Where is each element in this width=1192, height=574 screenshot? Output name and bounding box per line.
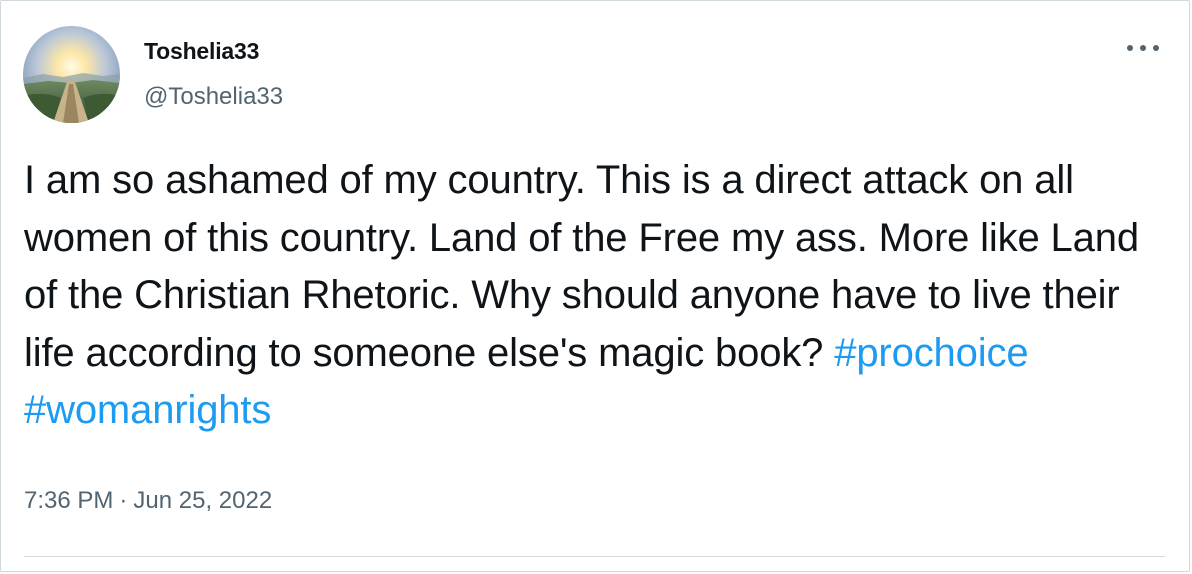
- tweet-timestamp[interactable]: 7:36 PM · Jun 25, 2022: [24, 487, 272, 515]
- more-options-button[interactable]: [1123, 33, 1163, 63]
- author-display-name[interactable]: Toshelia33: [144, 38, 259, 65]
- hashtag-link[interactable]: #womanrights: [24, 388, 271, 432]
- tweet-body: I am so ashamed of my country. This is a…: [24, 152, 1164, 440]
- author-handle[interactable]: @Toshelia33: [144, 83, 283, 111]
- avatar-landscape-icon: [23, 26, 120, 123]
- avatar[interactable]: [23, 26, 120, 123]
- meta-separator: ·: [119, 487, 128, 514]
- tweet-card: Toshelia33 @Toshelia33 I am so ashamed o…: [0, 0, 1190, 572]
- more-horizontal-icon: [1127, 45, 1159, 51]
- divider: [24, 556, 1165, 557]
- tweet-time: 7:36 PM: [24, 487, 114, 514]
- hashtag-link[interactable]: #prochoice: [834, 331, 1028, 375]
- tweet-date: Jun 25, 2022: [133, 487, 273, 514]
